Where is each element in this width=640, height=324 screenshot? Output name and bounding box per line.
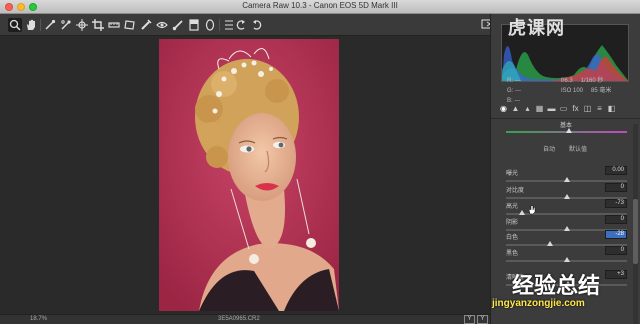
hand-cursor-icon <box>528 202 536 215</box>
scrollbar-thumb[interactable] <box>633 199 638 264</box>
targeted-adjustment-icon[interactable] <box>75 18 89 32</box>
camera-info: f/6.3 1/160 秒 ISO 100 85 毫米 <box>561 76 619 96</box>
slider-thumb[interactable] <box>546 241 553 246</box>
slider-value-field[interactable]: -73 <box>605 199 627 208</box>
auto-button[interactable]: 自动 <box>543 144 555 153</box>
swap-view-button[interactable]: Y <box>477 315 488 324</box>
tab-presets-icon[interactable]: ≡ <box>595 104 604 114</box>
rotate-cw-icon[interactable] <box>250 18 264 32</box>
red-eye-icon[interactable] <box>155 18 169 32</box>
slider-thumb[interactable] <box>563 177 570 182</box>
default-button[interactable]: 默认值 <box>569 144 587 153</box>
panel-scrollbar[interactable] <box>633 124 638 324</box>
tab-hsl-icon[interactable]: ▦ <box>535 104 544 114</box>
tab-snapshots-icon[interactable]: ◧ <box>607 104 616 114</box>
title-bar: Camera Raw 10.3 - Canon EOS 5D Mark III <box>0 0 640 14</box>
tab-detail-icon[interactable]: ▴ <box>523 104 532 114</box>
graduated-filter-icon[interactable] <box>187 18 201 32</box>
tint-slider-thumb[interactable] <box>566 128 572 133</box>
straighten-icon[interactable] <box>107 18 121 32</box>
shutter-speed: 1/160 秒 <box>580 78 604 84</box>
spot-removal-icon[interactable] <box>139 18 153 32</box>
toolbar-separator <box>219 19 220 31</box>
before-after-button[interactable]: Y <box>464 315 475 324</box>
slider-value-field[interactable]: 0 <box>605 183 627 192</box>
slider-label: 阴影 <box>506 220 519 226</box>
rotate-ccw-icon[interactable] <box>234 18 248 32</box>
file-name: 3E5A0965.CR2 <box>218 316 260 322</box>
adjustment-brush-icon[interactable] <box>171 18 185 32</box>
slider-value-field[interactable]: 0 <box>605 246 627 255</box>
tab-split-toning-icon[interactable]: ▬ <box>547 104 556 114</box>
watermark-bottom: 经验总结 <box>512 273 601 298</box>
crop-icon[interactable] <box>91 18 105 32</box>
slider-label: 黑色 <box>506 251 519 257</box>
tab-lens-icon[interactable]: ▭ <box>559 104 568 114</box>
tab-tone-curve-icon[interactable]: ▲ <box>511 104 520 114</box>
portrait-photo <box>159 39 339 311</box>
panel-tabs: ◉ ▲ ▴ ▦ ▬ ▭ fx ◫ ≡ ◧ <box>499 104 639 116</box>
tab-effects-icon[interactable]: fx <box>571 104 580 114</box>
slider-thumb[interactable] <box>563 226 570 231</box>
slider-label: 高光 <box>506 204 519 210</box>
slider-value-field[interactable]: -28 <box>605 230 627 239</box>
focal-length: 85 毫米 <box>591 88 612 94</box>
slider-label: 白色 <box>506 235 519 241</box>
slider-value-field[interactable]: +3 <box>605 270 627 279</box>
tab-basic-icon[interactable]: ◉ <box>499 104 508 114</box>
white-balance-icon[interactable] <box>43 18 57 32</box>
window-title: Camera Raw 10.3 - Canon EOS 5D Mark III <box>242 1 398 10</box>
watermark-url: jingyanzongjie.com <box>492 298 585 309</box>
transform-icon[interactable] <box>123 18 137 32</box>
slider-thumb[interactable] <box>563 257 570 262</box>
radial-filter-icon[interactable] <box>203 18 217 32</box>
aperture: f/6.3 <box>561 78 573 84</box>
color-sampler-icon[interactable] <box>59 18 73 32</box>
slider-value-field[interactable]: 0.00 <box>605 166 627 175</box>
zoom-tool-icon[interactable] <box>8 18 22 32</box>
zoom-level[interactable]: 18.7% <box>30 316 47 322</box>
tab-calibration-icon[interactable]: ◫ <box>583 104 592 114</box>
slider-value-field[interactable]: 0 <box>605 215 627 224</box>
rgb-readout: R: --- G: --- B: --- <box>507 78 522 104</box>
hand-tool-icon[interactable] <box>24 18 38 32</box>
status-bar: 18.7% 3E5A0965.CR2 Y Y <box>0 314 490 324</box>
iso: ISO 100 <box>561 88 584 94</box>
view-buttons: Y Y <box>464 315 488 324</box>
slider-label: 曝光 <box>506 171 519 177</box>
slider-thumb[interactable] <box>519 210 526 215</box>
image-canvas[interactable] <box>0 37 490 314</box>
toolbar-separator <box>40 19 41 31</box>
slider-thumb[interactable] <box>563 194 570 199</box>
watermark-top: 虎课网 <box>508 18 565 38</box>
slider-row: 黑色 0 <box>501 246 629 268</box>
slider-label: 对比度 <box>506 188 525 194</box>
